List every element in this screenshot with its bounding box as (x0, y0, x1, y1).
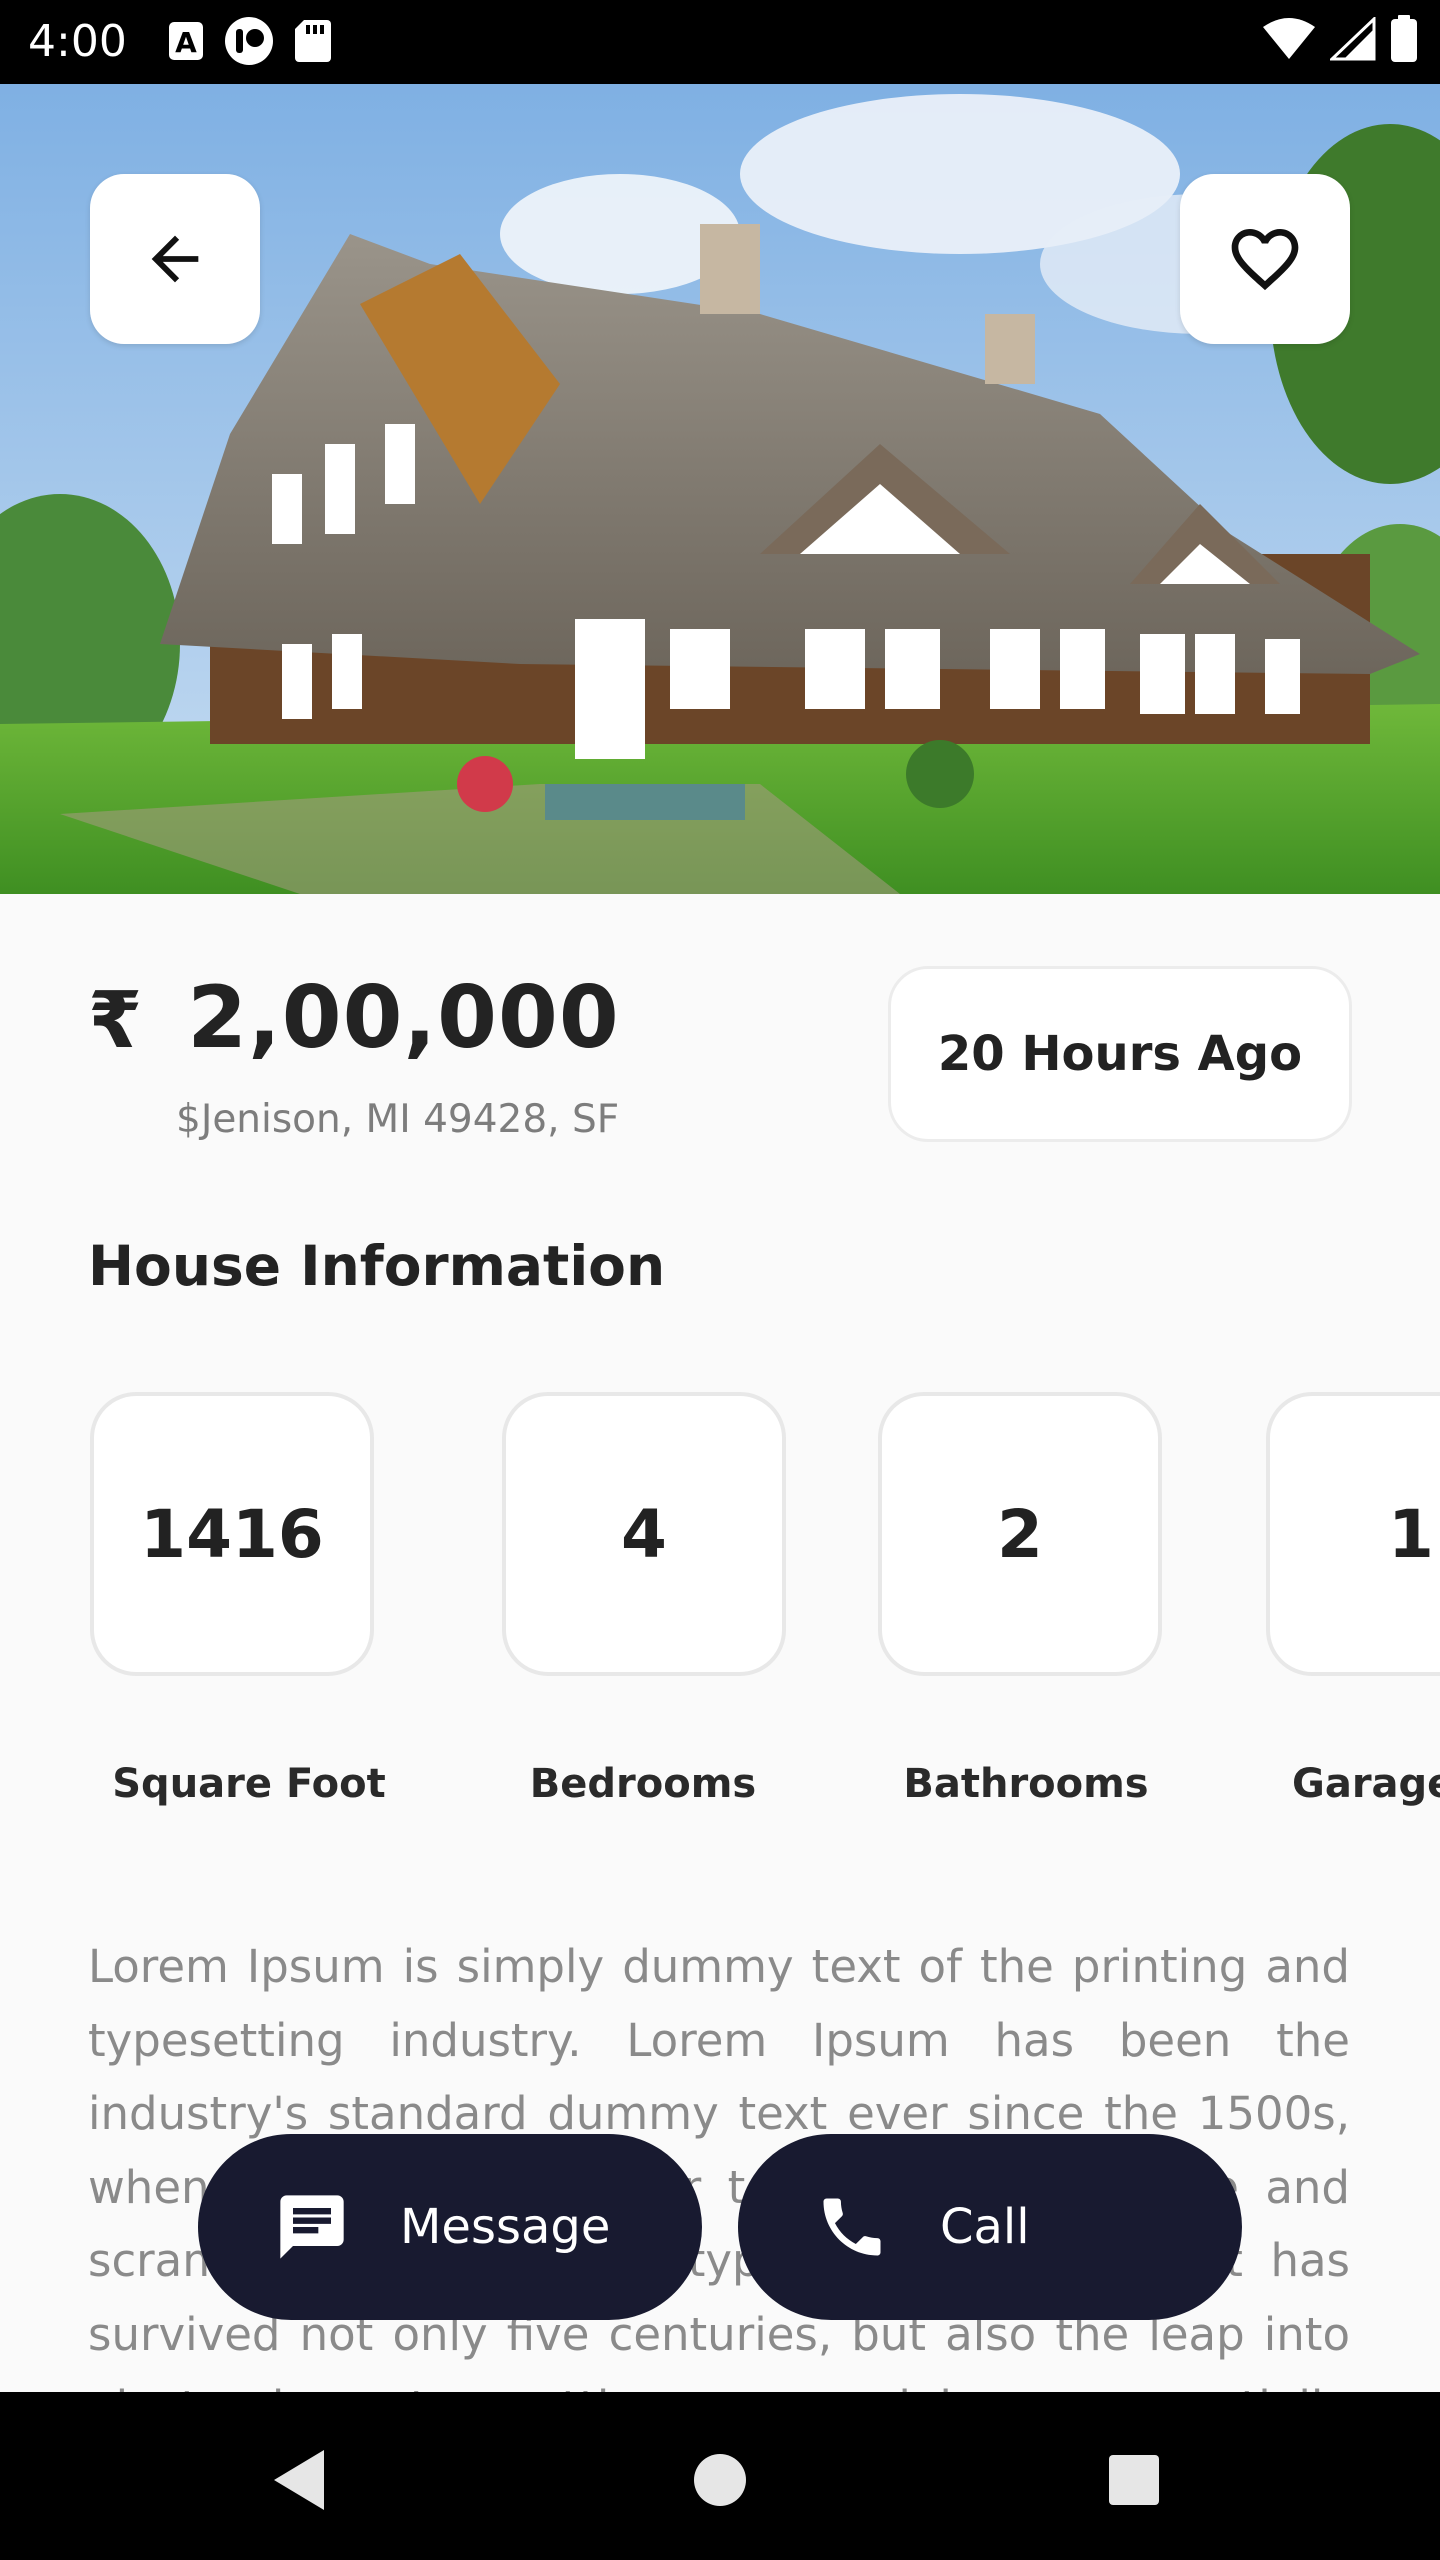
circle-home-icon (692, 2452, 748, 2512)
battery-icon (1390, 15, 1418, 67)
nav-back-button[interactable] (260, 2442, 340, 2522)
signal-icon (1328, 15, 1376, 65)
stat-value: 1 (1388, 1495, 1434, 1573)
stat-value: 1416 (140, 1495, 324, 1573)
call-label: Call (940, 2199, 1030, 2255)
listing-address: $Jenison, MI 49428, SF (176, 1097, 620, 1142)
square-recents-icon (1107, 2453, 1161, 2511)
stat-card-garage: 1 (1266, 1392, 1440, 1676)
status-bar: 4:00 A (0, 0, 1440, 84)
svg-text:A: A (175, 26, 197, 59)
triangle-back-icon (270, 2448, 330, 2516)
wifi-icon (1262, 17, 1316, 65)
house-information-title: House Information (88, 1234, 666, 1298)
stat-label-garage: Garage (1292, 1761, 1440, 1807)
phone-icon (814, 2189, 890, 2265)
nav-home-button[interactable] (680, 2442, 760, 2522)
stat-card-bedrooms: 4 (502, 1392, 786, 1676)
property-hero-image (0, 84, 1440, 894)
stat-label-bedrooms: Bedrooms (529, 1761, 757, 1807)
arrow-left-icon (140, 224, 210, 294)
record-icon (224, 16, 274, 70)
nav-recents-button[interactable] (1094, 2442, 1174, 2522)
stat-value: 2 (997, 1495, 1043, 1573)
currency-symbol: ₹ (88, 976, 144, 1066)
message-button[interactable]: Message (198, 2134, 702, 2320)
description-container: Lorem Ipsum is simply dummy text of the … (0, 1930, 1440, 2392)
message-icon (274, 2189, 350, 2265)
call-button[interactable]: Call (738, 2134, 1242, 2320)
stat-card-bathrooms: 2 (878, 1392, 1162, 1676)
status-time: 4:00 (28, 16, 127, 67)
stat-value: 4 (621, 1495, 667, 1573)
price-value: 2,00,000 (187, 968, 620, 1068)
listing-price: ₹2,00,000 (88, 968, 620, 1071)
sd-card-icon (294, 19, 332, 67)
heart-outline-icon (1225, 219, 1305, 299)
stat-label-bathrooms: Bathrooms (903, 1761, 1149, 1807)
status-icons-left: A (168, 17, 332, 67)
back-button[interactable] (90, 174, 260, 344)
favorite-button[interactable] (1180, 174, 1350, 344)
stat-card-square-foot: 1416 (90, 1392, 374, 1676)
system-navigation-bar (0, 2392, 1440, 2560)
a-notification-icon: A (168, 21, 204, 65)
stat-label-square-foot: Square Foot (112, 1761, 386, 1807)
posted-time-badge: 20 Hours Ago (888, 966, 1352, 1142)
status-icons-right (1262, 15, 1418, 67)
message-label: Message (400, 2199, 611, 2255)
